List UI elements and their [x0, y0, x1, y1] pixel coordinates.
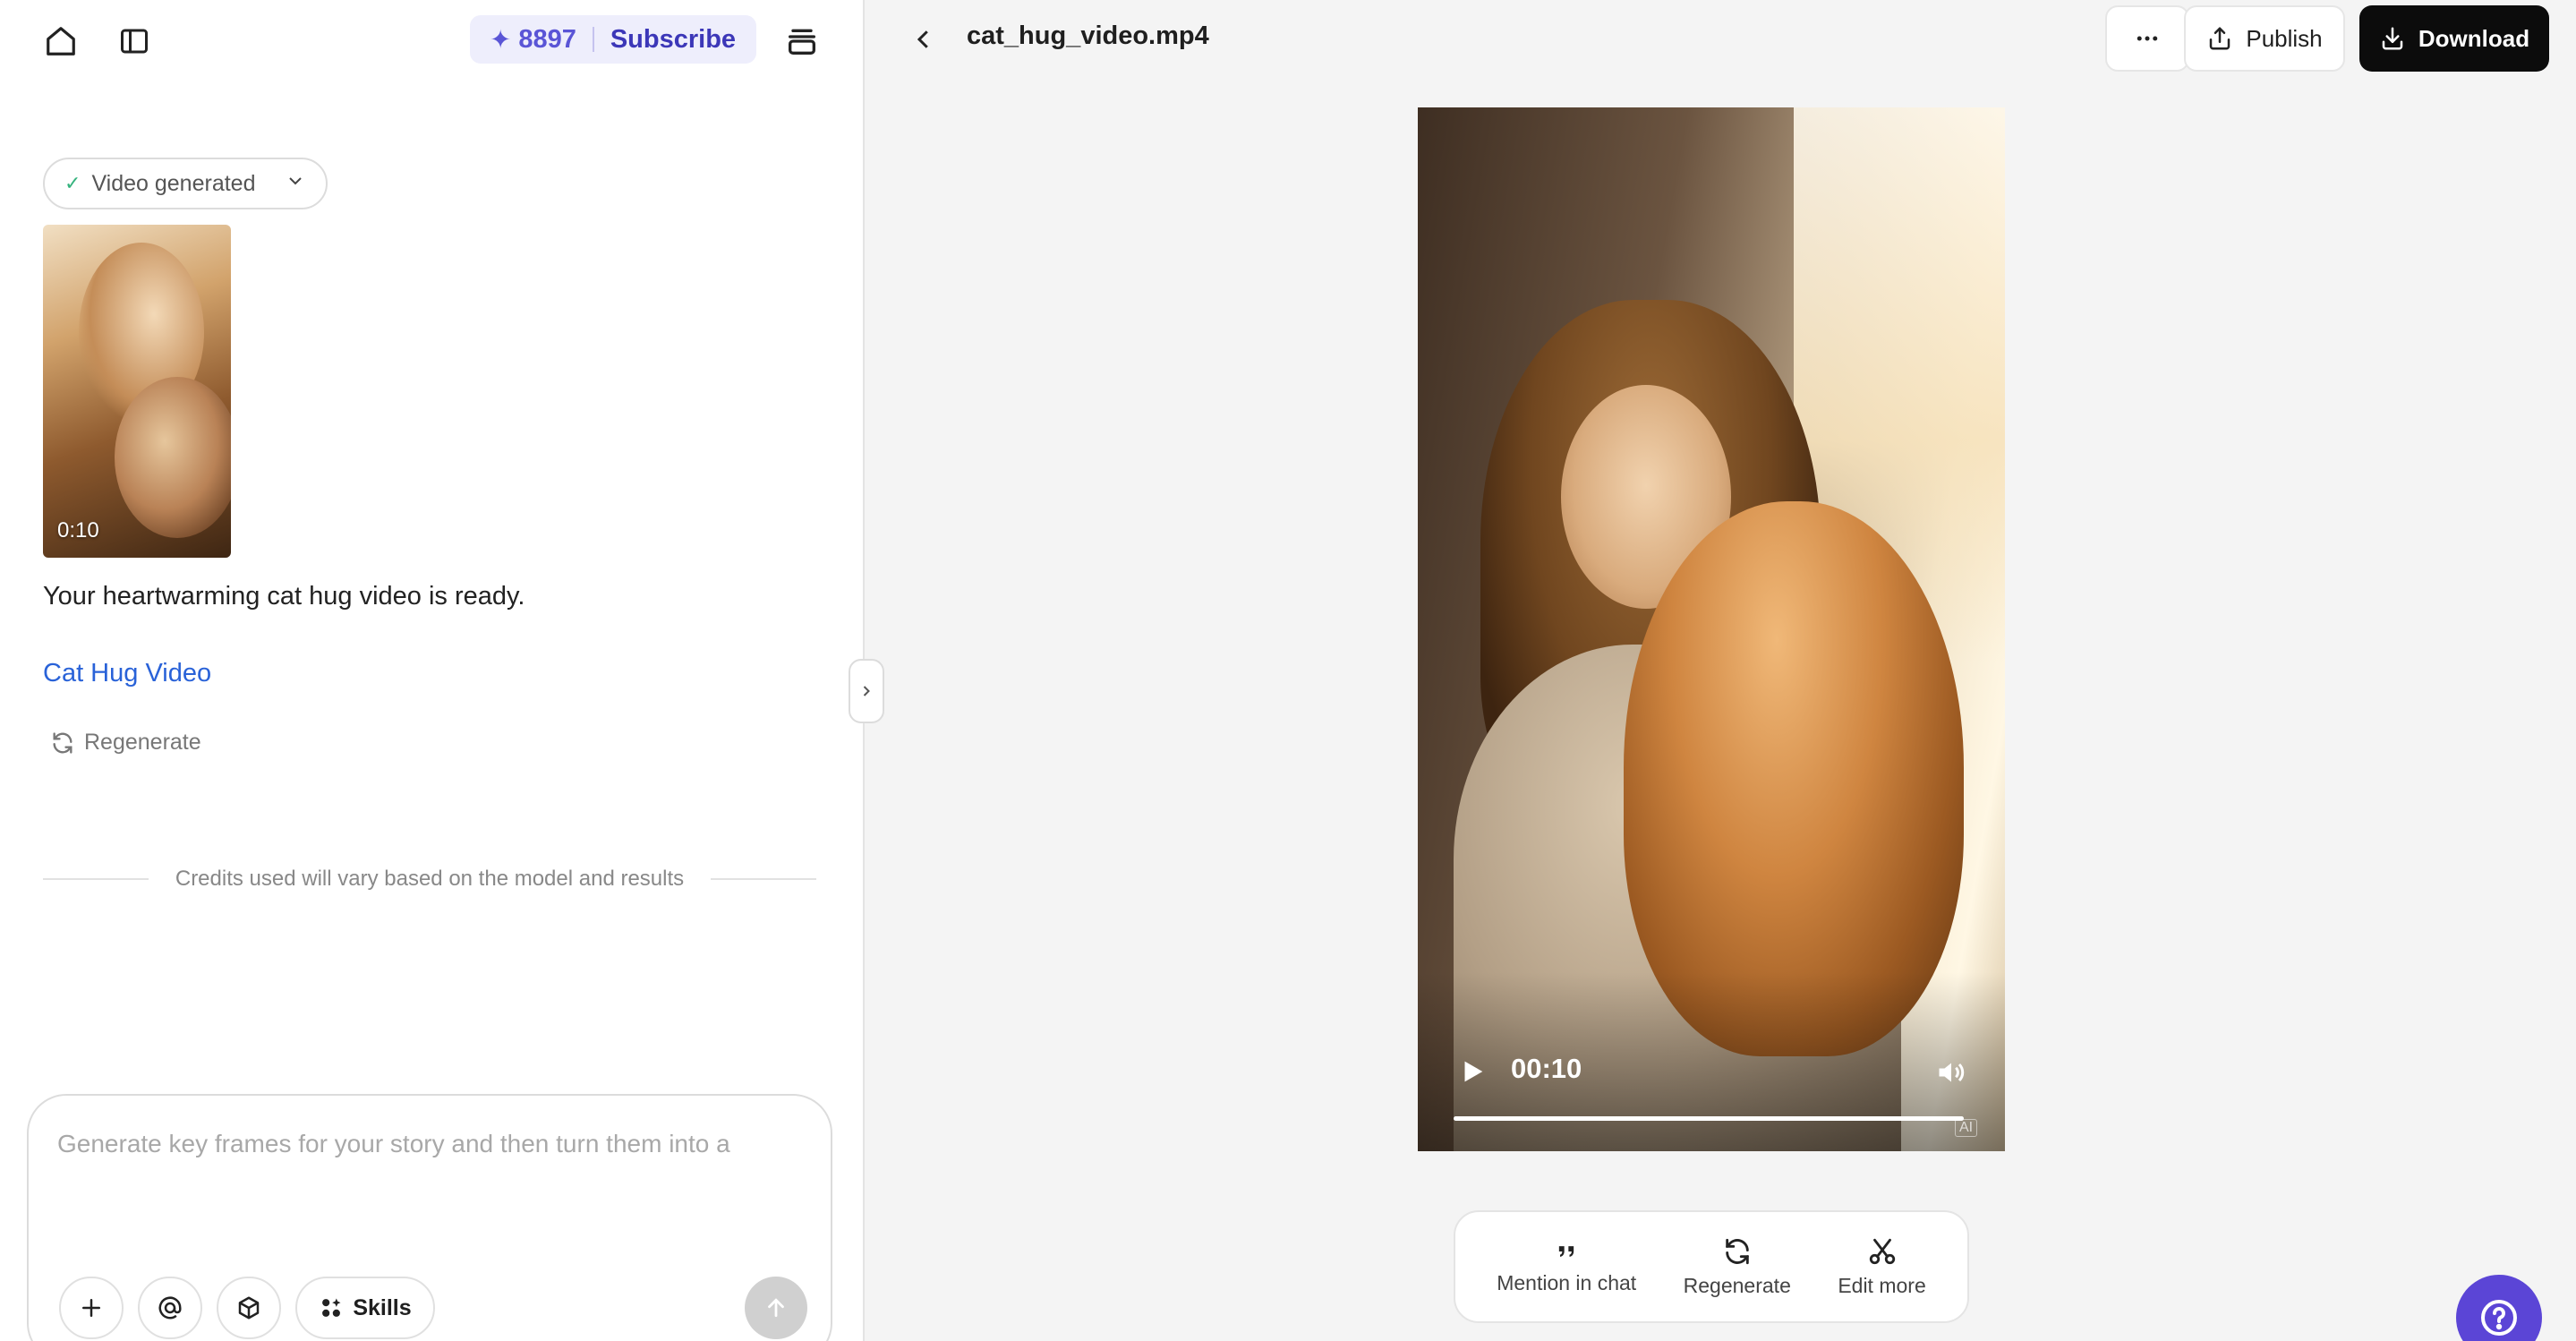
- regenerate-button[interactable]: Regenerate: [50, 730, 201, 756]
- volume-icon[interactable]: [1935, 1056, 1967, 1093]
- model-button[interactable]: [217, 1277, 281, 1339]
- video-action-bar: Mention in chat Regenerate Edit more: [1454, 1210, 1969, 1323]
- refresh-icon: [1726, 1238, 1749, 1264]
- divider-line: [711, 878, 817, 880]
- video-progress-bar[interactable]: [1454, 1116, 1964, 1121]
- video-generated-status[interactable]: ✓ Video generated: [43, 158, 328, 209]
- divider-line: [43, 878, 149, 880]
- download-icon: [2382, 27, 2403, 50]
- video-player[interactable]: 00:10 AI: [1418, 107, 2005, 1151]
- download-label: Download: [2418, 24, 2530, 52]
- add-button[interactable]: [59, 1277, 124, 1339]
- plus-icon: [82, 1299, 100, 1317]
- regenerate-label: Regenerate: [1683, 1273, 1791, 1297]
- cat-hug-video-link[interactable]: Cat Hug Video: [43, 659, 211, 688]
- stack-icon[interactable]: [780, 20, 823, 63]
- regenerate-video-button[interactable]: Regenerate: [1684, 1236, 1791, 1298]
- more-button[interactable]: [2105, 5, 2189, 72]
- credits-count: 8897: [518, 24, 576, 54]
- panel-collapse-handle[interactable]: [849, 659, 884, 723]
- refresh-icon: [53, 731, 73, 754]
- credits-note: Credits used will vary based on the mode…: [43, 867, 817, 892]
- publish-button[interactable]: Publish: [2184, 5, 2345, 72]
- download-button[interactable]: Download: [2359, 5, 2549, 72]
- skills-button[interactable]: Skills: [295, 1277, 435, 1339]
- file-title: cat_hug_video.mp4: [967, 21, 1209, 50]
- chat-panel: ✦ 8897 Subscribe ✓ Video generated 0:10 …: [0, 0, 865, 1341]
- regenerate-label: Regenerate: [84, 730, 201, 755]
- video-controls-shade: [1418, 972, 2005, 1151]
- credits-note-text: Credits used will vary based on the mode…: [175, 867, 685, 891]
- cube-icon: [238, 1296, 260, 1320]
- sidebar-toggle-icon[interactable]: [115, 21, 154, 61]
- chevron-down-icon: [285, 170, 306, 198]
- arrow-up-icon: [768, 1298, 784, 1318]
- video-progress-fill: [1454, 1116, 1964, 1121]
- mention-label: Mention in chat: [1497, 1270, 1637, 1294]
- mention-button[interactable]: [138, 1277, 202, 1339]
- quote-icon: [1559, 1245, 1574, 1257]
- chevron-right-icon: [863, 686, 870, 696]
- scissors-icon: [1869, 1238, 1895, 1264]
- home-icon[interactable]: [41, 21, 81, 61]
- at-icon: [158, 1296, 182, 1320]
- thumbnail-duration: 0:10: [57, 518, 99, 542]
- thumbnail-cat: [115, 377, 231, 538]
- prompt-input[interactable]: [57, 1130, 800, 1158]
- play-icon[interactable]: [1457, 1056, 1488, 1091]
- edit-more-button[interactable]: Edit more: [1838, 1236, 1926, 1298]
- subscribe-button[interactable]: Subscribe: [610, 25, 736, 55]
- divider: [592, 27, 594, 52]
- video-time: 00:10: [1511, 1053, 1582, 1084]
- chat-composer: Skills: [27, 1094, 832, 1341]
- status-label: Video generated: [91, 170, 256, 196]
- ai-badge: AI: [1955, 1119, 1978, 1137]
- more-horizontal-icon: [2137, 36, 2158, 41]
- video-thumbnail[interactable]: 0:10: [43, 225, 231, 558]
- chevron-left-icon[interactable]: [904, 20, 943, 59]
- check-icon: ✓: [64, 172, 81, 194]
- mention-in-chat-button[interactable]: Mention in chat: [1497, 1239, 1636, 1295]
- credits-badge[interactable]: ✦ 8897 Subscribe: [470, 15, 756, 64]
- help-icon: [2481, 1300, 2517, 1336]
- skills-icon: [322, 1298, 341, 1317]
- ready-message: Your heartwarming cat hug video is ready…: [43, 582, 525, 611]
- skills-label: Skills: [353, 1294, 412, 1320]
- share-upload-icon: [2210, 27, 2231, 50]
- edit-more-label: Edit more: [1838, 1273, 1926, 1297]
- send-button[interactable]: [745, 1277, 807, 1339]
- help-button[interactable]: [2456, 1275, 2542, 1341]
- sparkle-icon: ✦: [490, 25, 512, 55]
- publish-label: Publish: [2246, 24, 2323, 52]
